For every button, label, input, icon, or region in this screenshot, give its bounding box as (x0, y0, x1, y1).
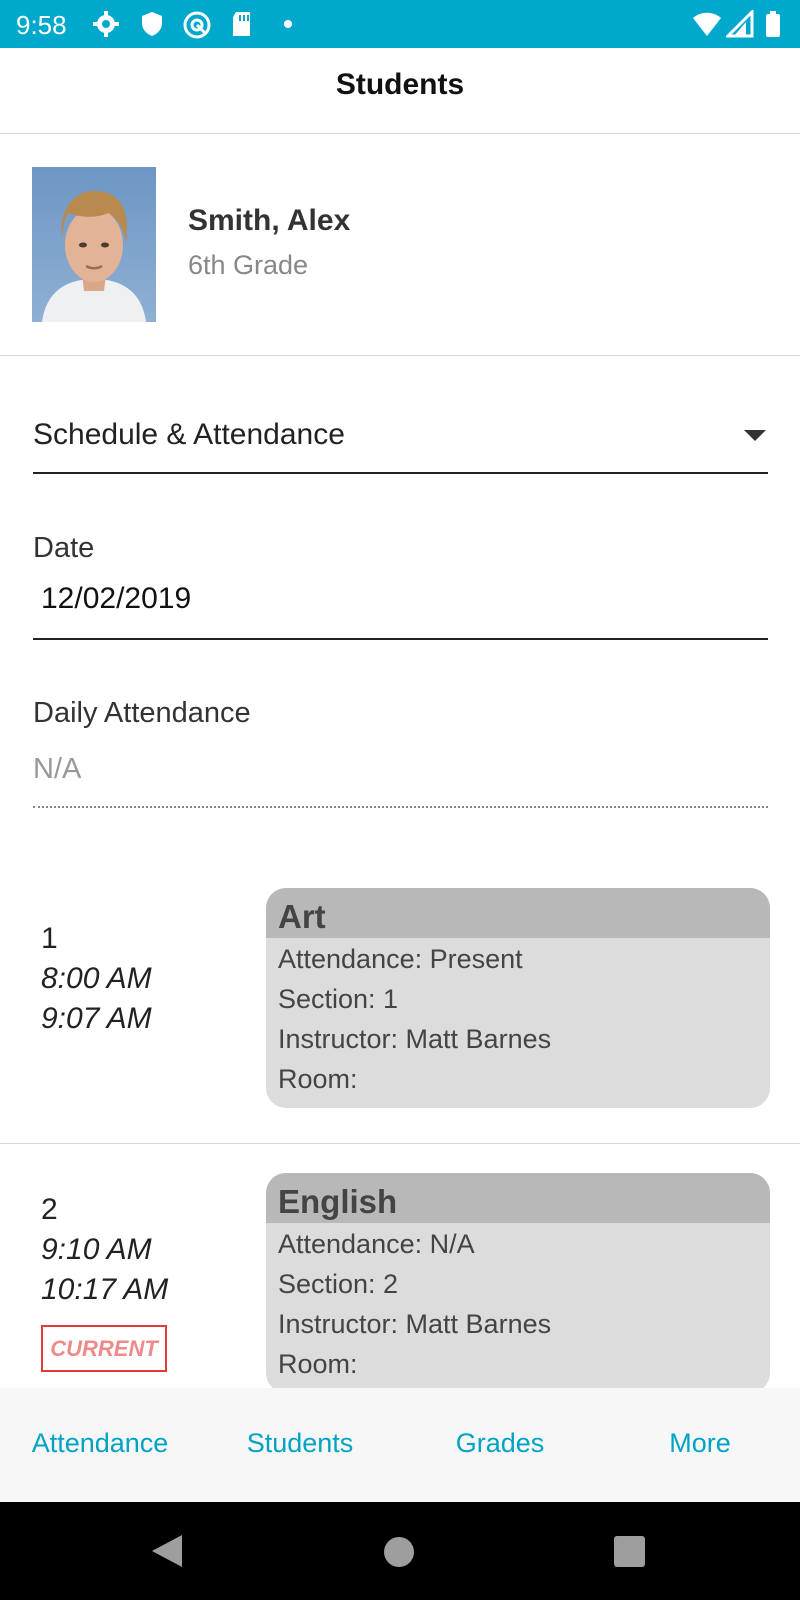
period-number: 2 (41, 1193, 58, 1226)
class-attendance: Attendance: Present (278, 944, 523, 974)
tab-students[interactable]: Students (200, 1428, 400, 1459)
shield-icon (138, 10, 166, 38)
class-room: Room: (278, 1349, 358, 1379)
tab-attendance[interactable]: Attendance (0, 1428, 200, 1459)
class-name: Art (278, 898, 326, 935)
signal-icon (724, 8, 754, 38)
caret-down-icon (744, 430, 766, 441)
bottom-tab-bar: Attendance Students Grades More (0, 1388, 800, 1502)
status-time: 9:58 (16, 10, 67, 40)
class-instructor: Instructor: Matt Barnes (278, 1024, 552, 1054)
sd-card-icon (230, 10, 258, 38)
student-name: Smith, Alex (188, 204, 351, 237)
tab-grades[interactable]: Grades (400, 1428, 600, 1459)
period-number: 1 (41, 922, 58, 955)
system-nav-bar (0, 1502, 800, 1600)
student-header[interactable]: Smith, Alex 6th Grade (0, 134, 800, 356)
class-instructor: Instructor: Matt Barnes (278, 1309, 552, 1339)
dot-icon (284, 20, 292, 28)
class-name: English (278, 1183, 398, 1220)
recents-icon[interactable] (614, 1536, 645, 1567)
period-end-time: 10:17 AM (41, 1273, 169, 1306)
student-grade: 6th Grade (188, 250, 309, 280)
period-start-time: 9:10 AM (41, 1233, 152, 1266)
class-card-header: Art (266, 888, 770, 938)
class-attendance: Attendance: N/A (278, 1229, 475, 1259)
class-section: Section: 2 (278, 1269, 399, 1299)
period-start-time: 8:00 AM (41, 962, 152, 995)
class-room: Room: (278, 1064, 358, 1094)
view-select-value: Schedule & Attendance (33, 418, 345, 451)
sync-icon (182, 10, 211, 39)
class-card[interactable]: Art Attendance: Present Section: 1 Instr… (266, 888, 770, 1108)
class-section: Section: 1 (278, 984, 399, 1014)
battery-icon (764, 10, 782, 38)
home-icon[interactable] (384, 1537, 414, 1567)
daily-attendance-value: N/A (33, 753, 82, 785)
status-bar: 9:58 (0, 0, 800, 48)
class-card-header: English (266, 1173, 770, 1223)
period-row[interactable]: 1 8:00 AM 9:07 AM Art Attendance: Presen… (0, 870, 800, 1144)
class-card[interactable]: English Attendance: N/A Section: 2 Instr… (266, 1173, 770, 1390)
wifi-icon (692, 10, 721, 38)
period-row[interactable]: 2 9:10 AM 10:17 AM CURRENT English Atten… (0, 1145, 800, 1390)
back-icon[interactable] (152, 1535, 182, 1567)
avatar (32, 167, 156, 322)
date-value: 12/02/2019 (41, 582, 192, 615)
period-end-time: 9:07 AM (41, 1002, 152, 1035)
tab-more[interactable]: More (600, 1428, 800, 1459)
date-label: Date (33, 532, 95, 564)
daily-attendance-label: Daily Attendance (33, 697, 251, 729)
daily-attendance-field: N/A (33, 745, 768, 808)
page-title: Students (335, 68, 465, 101)
view-select-dropdown[interactable]: Schedule & Attendance (33, 400, 768, 474)
app-bar: Students (0, 48, 800, 134)
gear-icon (92, 10, 120, 38)
current-badge: CURRENT (41, 1325, 167, 1372)
date-field[interactable]: 12/02/2019 (33, 570, 768, 640)
